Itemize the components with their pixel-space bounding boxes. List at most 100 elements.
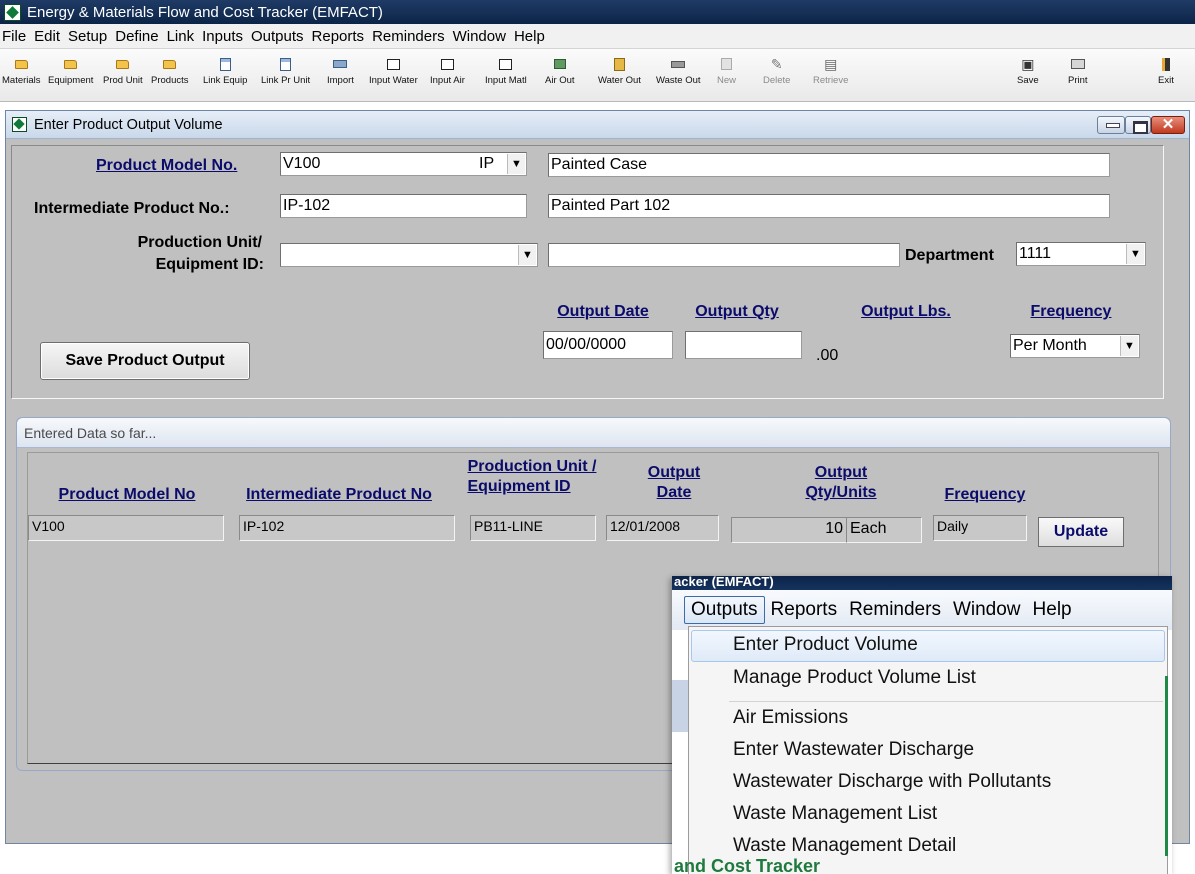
menu-file[interactable]: File — [0, 28, 30, 45]
retrieve-icon: ▤ — [824, 55, 838, 72]
toolbar-exit-button[interactable]: Exit — [1158, 53, 1174, 97]
import-icon — [333, 60, 348, 68]
inset-bottom-text: and Cost Tracker — [674, 856, 821, 874]
inset-menu-help[interactable]: Help — [1027, 597, 1078, 623]
menu-item-waste-management-list[interactable]: Waste Management List — [733, 803, 937, 825]
header-output-date-line2: Date — [656, 484, 692, 501]
header-production-unit-line1: Production Unit / — [467, 458, 597, 475]
inset-accent-line — [1165, 676, 1168, 856]
menu-item-enter-product-volume[interactable]: Enter Product Volume — [733, 634, 918, 656]
menu-window[interactable]: Window — [449, 28, 510, 45]
header-output-qty-line1: Output — [814, 464, 868, 481]
menu-help[interactable]: Help — [510, 28, 549, 45]
toolbar-delete-button[interactable]: ✎ Delete — [763, 53, 790, 97]
product-model-value: V100 — [283, 155, 321, 172]
product-model-suffix: IP — [479, 155, 495, 172]
product-model-select[interactable]: V100 IP ▼ — [280, 152, 527, 176]
toolbar-equipment-button[interactable]: Equipment — [48, 53, 93, 97]
header-output-qty-line2: Qty/Units — [805, 484, 877, 501]
save-product-output-button[interactable]: Save Product Output — [40, 342, 250, 380]
delete-icon: ✎ — [770, 55, 783, 72]
toolbar-link-pr-unit-button[interactable]: Link Pr Unit — [261, 53, 310, 97]
menu-edit[interactable]: Edit — [30, 28, 64, 45]
toolbar-link-equip-button[interactable]: Link Equip — [203, 53, 247, 97]
toolbar-prod-unit-button[interactable]: Prod Unit — [103, 53, 143, 97]
toolbar-water-out-button[interactable]: Water Out — [598, 53, 641, 97]
toolbar-input-matl-button[interactable]: Input Matl — [485, 53, 527, 97]
window-logo-icon — [12, 117, 27, 132]
department-select[interactable]: 1111 ▼ — [1016, 242, 1146, 266]
toolbar-materials-button[interactable]: Materials — [2, 53, 41, 97]
toolbar-new-button[interactable]: New — [717, 53, 736, 97]
app-titlebar: Energy & Materials Flow and Cost Tracker… — [0, 0, 1195, 24]
frequency-select[interactable]: Per Month ▼ — [1010, 334, 1140, 358]
product-model-label[interactable]: Product Model No. — [96, 157, 237, 175]
menu-inputs[interactable]: Inputs — [198, 28, 247, 45]
chevron-down-icon[interactable]: ▼ — [507, 154, 525, 174]
app-logo-icon — [4, 3, 21, 21]
inset-menu-reports[interactable]: Reports — [765, 597, 844, 623]
toolbar-waste-out-button[interactable]: Waste Out — [656, 53, 701, 97]
new-icon — [721, 58, 732, 70]
water-out-icon — [613, 57, 625, 71]
input-form-icon — [386, 58, 400, 70]
toolbar-retrieve-button[interactable]: ▤ Retrieve — [813, 53, 848, 97]
close-button[interactable]: ✕ — [1151, 116, 1185, 134]
maximize-button[interactable] — [1125, 116, 1151, 134]
output-date-field[interactable]: 00/00/0000 — [543, 331, 673, 359]
window-title: Enter Product Output Volume — [34, 116, 223, 133]
menu-setup[interactable]: Setup — [64, 28, 111, 45]
header-output-date-line1: Output — [647, 464, 701, 481]
intermediate-product-label: Intermediate Product No.: — [34, 200, 230, 217]
inset-menu-window[interactable]: Window — [947, 597, 1027, 623]
outputs-dropdown-menu: Enter Product Volume Manage Product Volu… — [688, 626, 1168, 874]
row-update-button[interactable]: Update — [1038, 517, 1124, 547]
inset-menu-reminders[interactable]: Reminders — [843, 597, 947, 623]
folder-icon — [14, 59, 28, 69]
menu-item-manage-product-volume-list[interactable]: Manage Product Volume List — [733, 667, 976, 689]
production-unit-select[interactable]: ▼ — [280, 243, 538, 267]
menu-reminders[interactable]: Reminders — [368, 28, 449, 45]
chevron-down-icon[interactable]: ▼ — [518, 245, 536, 265]
toolbar-input-water-button[interactable]: Input Water — [369, 53, 418, 97]
chevron-down-icon[interactable]: ▼ — [1120, 336, 1138, 356]
department-label: Department — [905, 247, 994, 264]
toolbar-save-button[interactable]: ▣ Save — [1017, 53, 1039, 97]
product-model-description: Painted Case — [548, 153, 1110, 177]
chevron-down-icon[interactable]: ▼ — [1126, 244, 1144, 264]
menu-outputs[interactable]: Outputs — [247, 28, 308, 45]
print-icon — [1070, 59, 1085, 69]
waste-out-icon — [671, 60, 686, 68]
toolbar-air-out-button[interactable]: Air Out — [545, 53, 575, 97]
menu-item-wastewater-discharge-pollutants[interactable]: Wastewater Discharge with Pollutants — [733, 771, 1051, 793]
row-units: Each — [846, 517, 922, 543]
air-out-icon — [553, 59, 566, 69]
row-output-qty: 10 — [731, 517, 847, 543]
production-unit-label-line1: Production Unit/ — [137, 234, 262, 251]
minimize-button[interactable] — [1097, 116, 1125, 134]
toolbar: Materials Equipment Prod Unit Products L… — [0, 48, 1195, 102]
row-production-unit: PB11-LINE — [470, 515, 596, 541]
window-titlebar: Enter Product Output Volume ✕ — [6, 111, 1189, 139]
intermediate-product-field[interactable]: IP-102 — [280, 194, 527, 218]
toolbar-print-button[interactable]: Print — [1068, 53, 1088, 97]
department-value: 1111 — [1019, 245, 1052, 262]
toolbar-import-button[interactable]: Import — [327, 53, 354, 97]
toolbar-input-air-button[interactable]: Input Air — [430, 53, 465, 97]
menu-link[interactable]: Link — [163, 28, 199, 45]
inset-title-fragment: acker (EMFACT) — [672, 576, 1172, 590]
menu-reports[interactable]: Reports — [308, 28, 369, 45]
frequency-value: Per Month — [1013, 337, 1087, 354]
inset-menu-outputs[interactable]: Outputs — [684, 596, 765, 624]
menu-item-air-emissions[interactable]: Air Emissions — [733, 707, 848, 729]
menu-item-enter-wastewater-discharge[interactable]: Enter Wastewater Discharge — [733, 739, 974, 761]
intermediate-product-description: Painted Part 102 — [548, 194, 1110, 218]
menubar: File Edit Setup Define Link Inputs Outpu… — [0, 24, 1195, 48]
menu-define[interactable]: Define — [111, 28, 162, 45]
form-icon — [280, 57, 292, 71]
row-frequency: Daily — [933, 515, 1027, 541]
folder-icon — [163, 59, 177, 69]
toolbar-products-button[interactable]: Products — [151, 53, 189, 97]
output-lbs-value: .00 — [816, 347, 839, 364]
output-qty-field[interactable] — [685, 331, 802, 359]
